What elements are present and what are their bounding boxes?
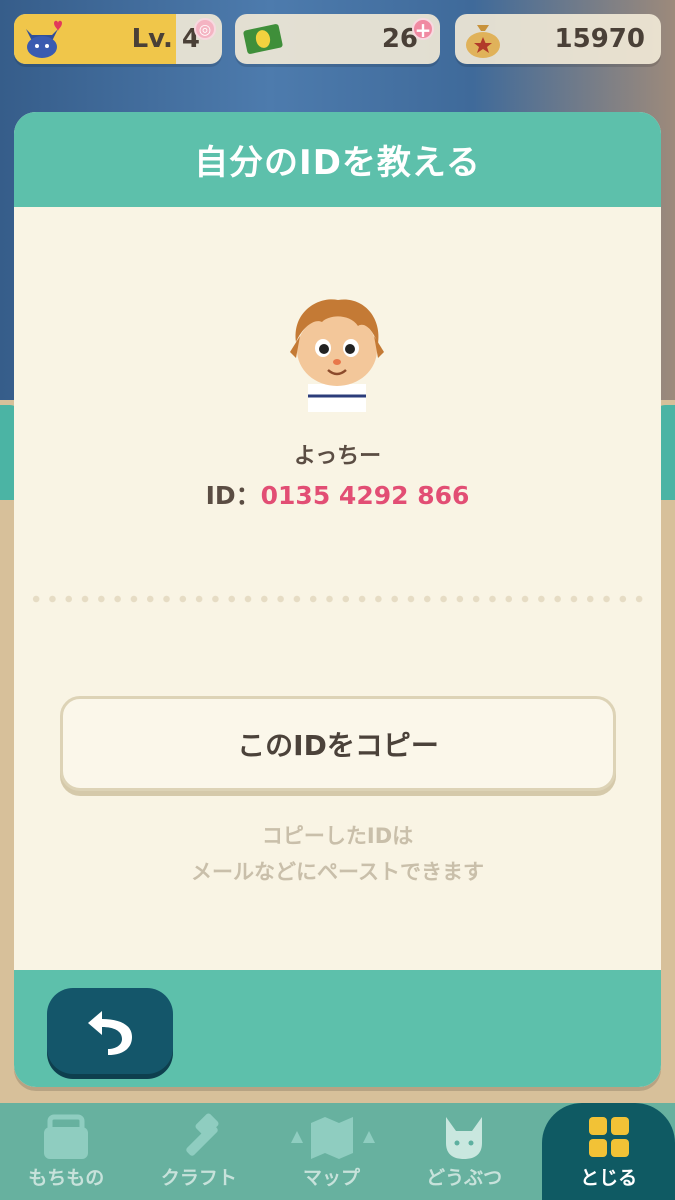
- level-plus-icon[interactable]: ◎: [194, 18, 216, 40]
- nav-item-close[interactable]: とじる: [542, 1103, 675, 1200]
- dialog-title: 自分のIDを教える: [194, 143, 481, 183]
- nav-item-animals[interactable]: どうぶつ: [398, 1103, 531, 1200]
- cat-icon: [446, 1117, 483, 1159]
- cat-heart-icon: [26, 20, 62, 58]
- add-tickets-button[interactable]: +: [412, 18, 434, 41]
- bag-icon: [44, 1114, 89, 1159]
- bells-counter: 15970: [455, 14, 661, 64]
- player-id: ID：0135 4292 866: [14, 476, 661, 512]
- nav-item-craft[interactable]: クラフト: [133, 1103, 266, 1200]
- dialog-header: 自分のIDを教える: [14, 112, 661, 207]
- player-avatar: [290, 299, 384, 412]
- level-indicator[interactable]: Lv. 4 ◎: [14, 14, 222, 64]
- bell-bag-icon: [466, 25, 500, 58]
- copy-id-button[interactable]: このIDをコピー: [60, 696, 616, 791]
- player-name: よっちー: [293, 444, 382, 469]
- bottom-nav: もちもの クラフト マップ どうぶつ とじる: [0, 1103, 675, 1200]
- share-id-dialog: 自分のIDを教える よっちー ID：0135 4292 866 このIDをコピー…: [14, 112, 661, 1087]
- hammer-icon: [186, 1113, 219, 1156]
- player-id-label: ID：: [205, 481, 261, 510]
- leaf-ticket-icon: [243, 24, 283, 54]
- dotted-divider: [28, 595, 648, 603]
- player-id-value: 0135 4292 866: [260, 481, 470, 510]
- back-button[interactable]: [47, 988, 173, 1074]
- nav-label-map: マップ: [302, 1167, 360, 1189]
- grid-icon: [588, 1117, 629, 1157]
- ticket-counter[interactable]: 26 +: [235, 14, 440, 64]
- level-label: Lv. 4: [131, 24, 200, 54]
- nav-label-close: とじる: [580, 1167, 638, 1189]
- bells-count: 15970: [554, 24, 645, 54]
- map-icon: [291, 1117, 376, 1159]
- nav-item-items[interactable]: もちもの: [0, 1103, 133, 1200]
- copy-note: コピーしたIDは メールなどにペーストできます: [14, 818, 661, 890]
- return-arrow-icon: [88, 1011, 132, 1055]
- copy-note-line1: コピーしたIDは: [261, 824, 414, 848]
- nav-label-craft: クラフト: [160, 1167, 237, 1189]
- copy-note-line2: メールなどにペーストできます: [191, 860, 484, 884]
- nav-label-items: もちもの: [28, 1167, 105, 1189]
- nav-label-animals: どうぶつ: [426, 1167, 503, 1189]
- nav-item-map[interactable]: マップ: [265, 1103, 398, 1200]
